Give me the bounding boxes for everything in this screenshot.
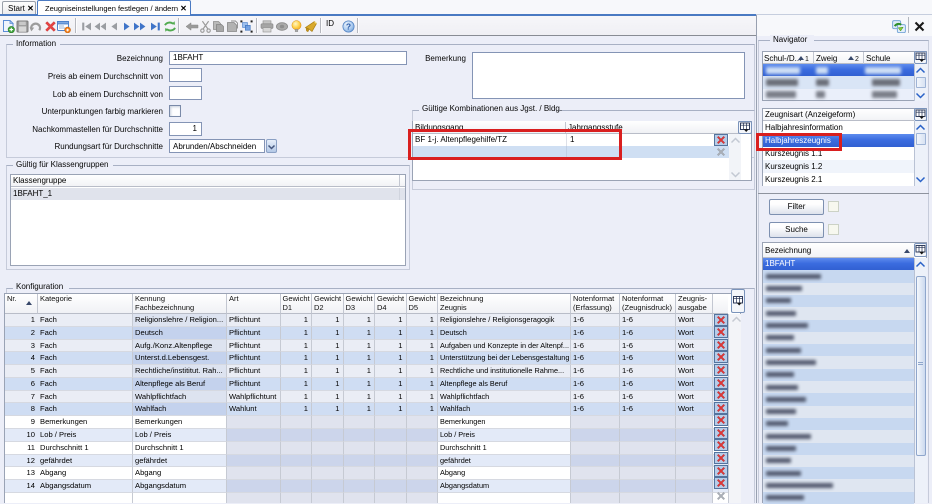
svg-text:?: ? xyxy=(346,21,351,31)
svg-text:1: 1 xyxy=(805,56,809,62)
svg-text:2: 2 xyxy=(855,56,859,62)
